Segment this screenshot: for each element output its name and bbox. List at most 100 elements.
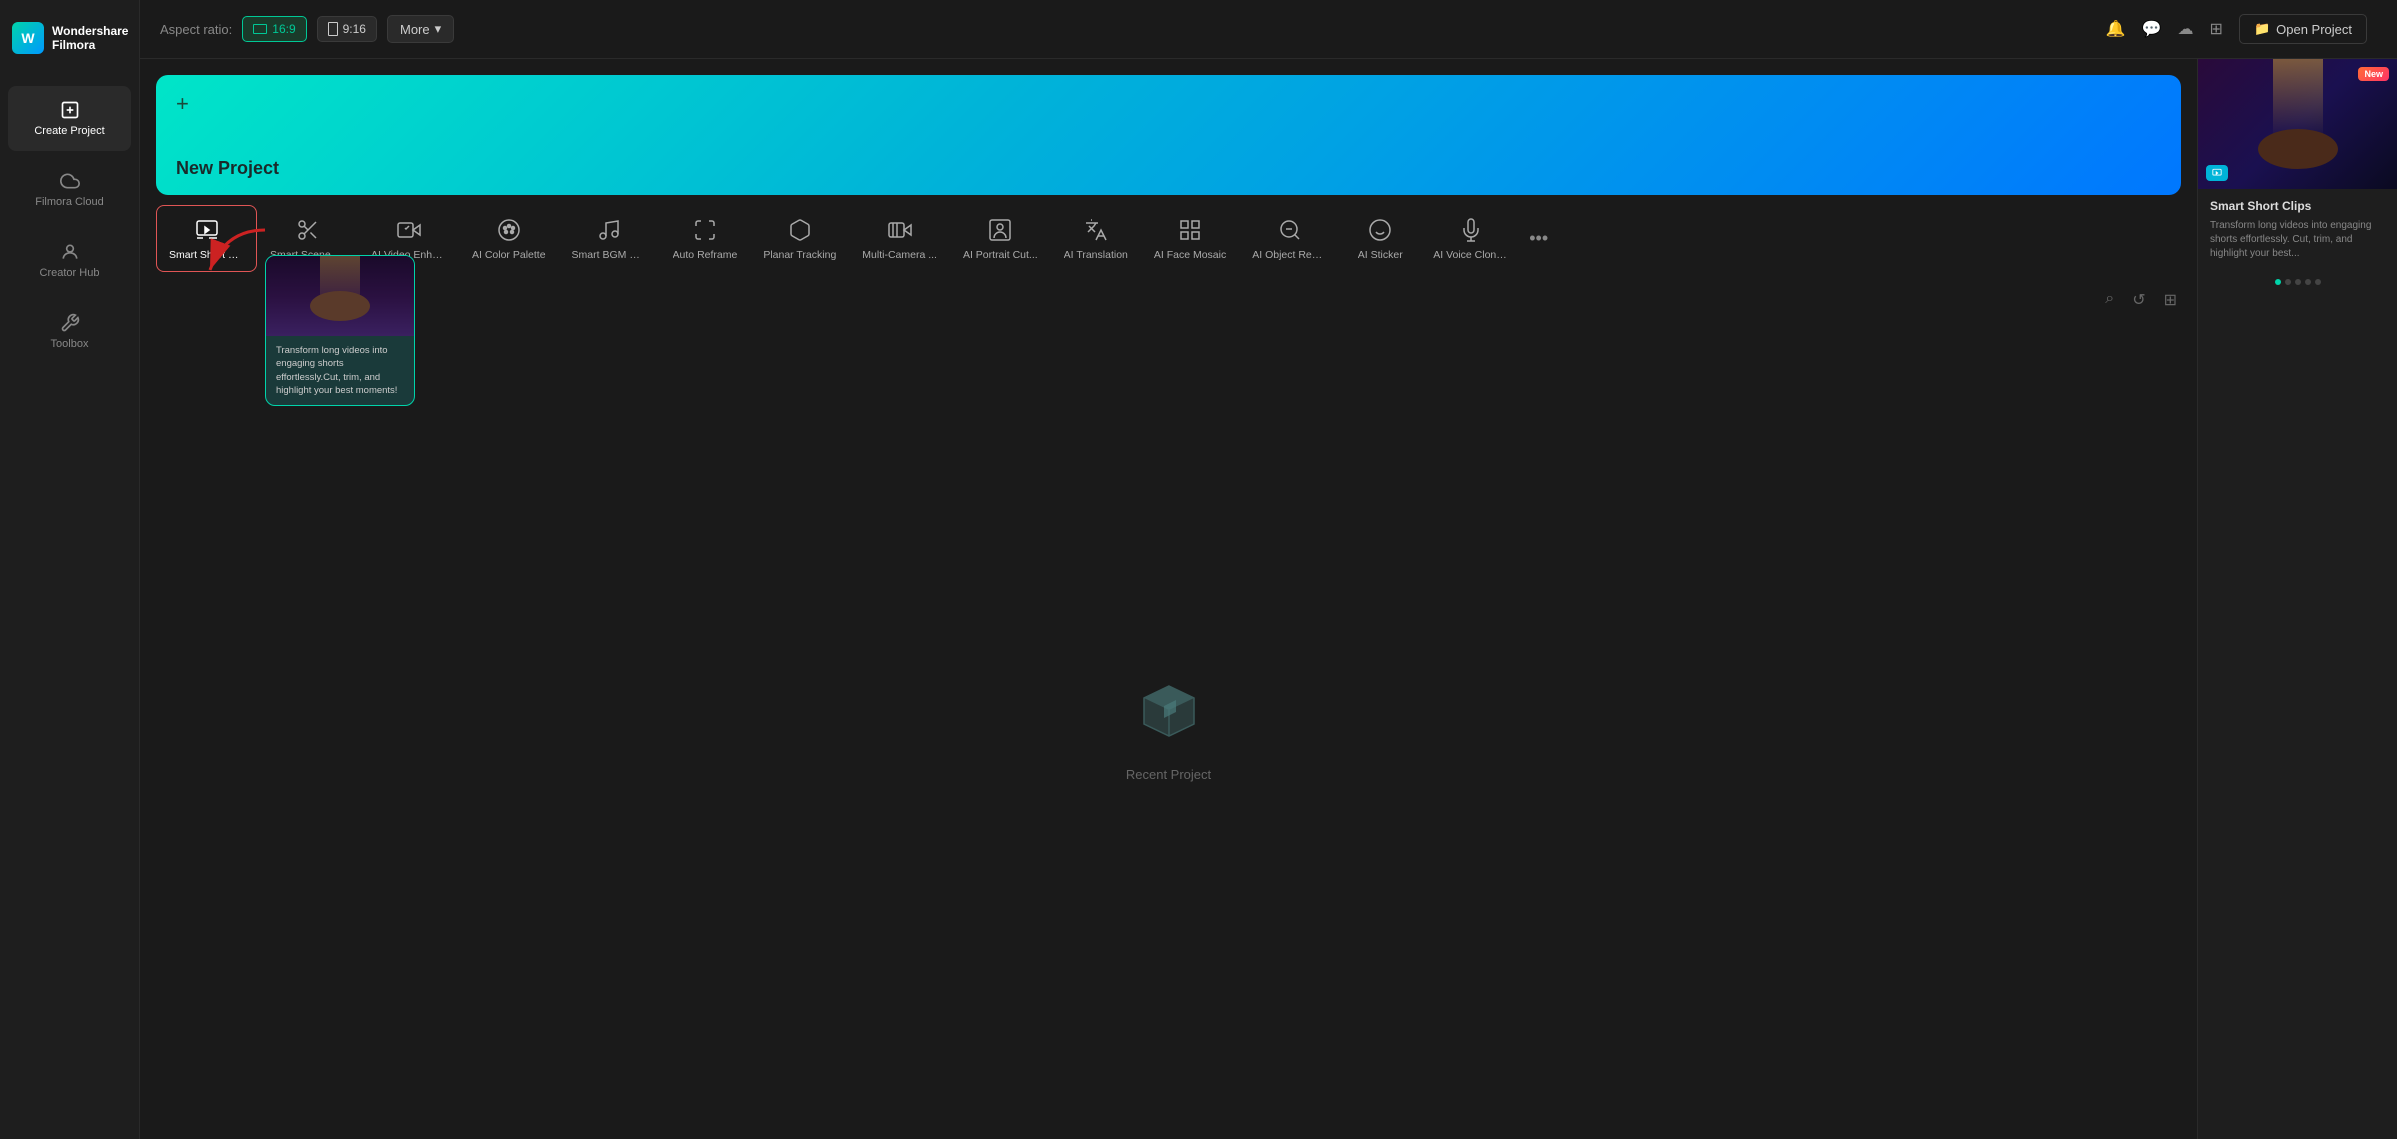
feature-multi-camera[interactable]: Multi-Camera ...	[849, 205, 950, 272]
tooltip-scene-bg	[266, 256, 414, 336]
feature-ai-color-palette[interactable]: AI Color Palette	[459, 205, 559, 272]
feature-planar-tracking[interactable]: Planar Tracking	[750, 205, 849, 272]
feature-label-planar-tracking: Planar Tracking	[763, 249, 836, 261]
more-label: More	[400, 22, 430, 37]
chat-icon[interactable]: 💬	[2142, 19, 2162, 39]
right-panel-image: New	[2198, 59, 2397, 189]
smart-bgm-generate-icon	[595, 216, 623, 244]
center-panel: + New Project Smart Short Cli...	[140, 59, 2197, 1139]
feature-ai-portrait-cut[interactable]: AI Portrait Cut...	[950, 205, 1051, 272]
topbar: Aspect ratio: 16:9 9:16 More ▾ 🔔 💬 ☁ ⊞ 📁…	[140, 0, 2397, 59]
smart-scene-cut-icon	[294, 216, 322, 244]
sidebar-item-create-project[interactable]: Create Project	[8, 86, 131, 151]
grid-icon[interactable]: ⊞	[2210, 19, 2223, 39]
feature-tooltip: Transform long videos into engaging shor…	[265, 255, 415, 406]
feature-label-ai-object-remove: AI Object Rem...	[1252, 249, 1327, 261]
aspect-16-9-button[interactable]: 16:9	[242, 16, 306, 42]
notification-icon[interactable]: 🔔	[2106, 19, 2126, 39]
feature-label-ai-face-mosaic: AI Face Mosaic	[1154, 249, 1226, 261]
sidebar-label-create-project: Create Project	[34, 125, 104, 137]
rp-feature-icon	[2206, 165, 2228, 181]
feature-label-auto-reframe: Auto Reframe	[673, 249, 738, 261]
recent-projects-area: Recent Project	[140, 314, 2197, 1139]
feature-ai-face-mosaic[interactable]: AI Face Mosaic	[1141, 205, 1239, 272]
feature-smart-bgm-generate[interactable]: Smart BGM Ge...	[559, 205, 660, 272]
right-panel-info: Smart Short Clips Transform long videos …	[2198, 189, 2397, 271]
ai-portrait-cut-icon	[986, 216, 1014, 244]
right-panel-card: New Smart Short Clips Transform long vid…	[2198, 59, 2397, 293]
feature-ai-translation[interactable]: AI Translation	[1051, 205, 1141, 272]
rp-table	[2258, 129, 2338, 169]
app-name: Wondershare Filmora	[52, 24, 128, 53]
ai-object-remove-icon	[1276, 216, 1304, 244]
tooltip-text: Transform long videos into engaging shor…	[266, 336, 414, 405]
sidebar-item-filmora-cloud[interactable]: Filmora Cloud	[8, 157, 131, 222]
sidebar-item-toolbox[interactable]: Toolbox	[8, 299, 131, 364]
logo-icon: W	[12, 22, 44, 54]
aspect-9-16-label: 9:16	[343, 22, 366, 36]
chevron-down-icon: ▾	[435, 21, 442, 37]
feature-toolbar: Smart Short Cli... Smart Scene Cut	[140, 195, 2197, 282]
sidebar-nav: Create Project Filmora Cloud Creator Hub…	[0, 76, 139, 374]
new-project-title: New Project	[176, 158, 279, 179]
portrait-icon	[328, 22, 338, 36]
main-content: Aspect ratio: 16:9 9:16 More ▾ 🔔 💬 ☁ ⊞ 📁…	[140, 0, 2397, 1139]
planar-tracking-icon	[786, 216, 814, 244]
content-area: + New Project Smart Short Cli...	[140, 59, 2397, 1139]
feature-label-ai-translation: AI Translation	[1064, 249, 1128, 261]
ai-color-palette-icon	[495, 216, 523, 244]
new-project-banner[interactable]: + New Project	[156, 75, 2181, 195]
ai-voice-cloning-icon	[1457, 216, 1485, 244]
aspect-9-16-button[interactable]: 9:16	[317, 16, 377, 42]
ai-sticker-icon	[1366, 216, 1394, 244]
rp-dot-5[interactable]	[2315, 279, 2321, 285]
feature-ai-voice-cloning[interactable]: AI Voice Cloning	[1420, 205, 1521, 272]
multi-camera-icon	[886, 216, 914, 244]
rp-title: Smart Short Clips	[2210, 199, 2385, 213]
app-logo: W Wondershare Filmora	[0, 0, 139, 76]
rp-dot-1[interactable]	[2275, 279, 2281, 285]
sidebar-label-creator-hub: Creator Hub	[40, 267, 100, 279]
sidebar-label-toolbox: Toolbox	[51, 338, 89, 350]
rp-dot-4[interactable]	[2305, 279, 2311, 285]
landscape-icon	[253, 24, 267, 34]
feature-label-multi-camera: Multi-Camera ...	[862, 249, 937, 261]
empty-state-label: Recent Project	[1126, 767, 1211, 782]
sidebar-item-creator-hub[interactable]: Creator Hub	[8, 228, 131, 293]
rp-dot-3[interactable]	[2295, 279, 2301, 285]
aspect-16-9-label: 16:9	[272, 22, 295, 36]
ai-video-enhance-icon	[395, 216, 423, 244]
upload-icon[interactable]: ☁	[2178, 19, 2194, 39]
sidebar: W Wondershare Filmora Create Project Fil…	[0, 0, 140, 1139]
open-project-button[interactable]: 📁 Open Project	[2239, 14, 2367, 44]
rp-pagination-dots	[2198, 271, 2397, 293]
tooltip-image	[266, 256, 414, 336]
feature-ai-sticker[interactable]: AI Sticker	[1340, 205, 1420, 272]
rp-light-effect	[2273, 59, 2323, 139]
feature-auto-reframe[interactable]: Auto Reframe	[660, 205, 751, 272]
feature-label-ai-voice-cloning: AI Voice Cloning	[1433, 249, 1508, 261]
aspect-ratio-section: Aspect ratio: 16:9 9:16 More ▾	[160, 15, 454, 43]
ai-translation-icon	[1082, 216, 1110, 244]
arrow-indicator	[195, 225, 275, 290]
feature-label-ai-sticker: AI Sticker	[1358, 249, 1403, 261]
refresh-button[interactable]: ↺	[2128, 286, 2149, 314]
new-badge: New	[2358, 67, 2389, 81]
folder-icon: 📁	[2254, 21, 2270, 37]
feature-label-ai-color-palette: AI Color Palette	[472, 249, 546, 261]
feature-ai-object-remove[interactable]: AI Object Rem...	[1239, 205, 1340, 272]
more-button[interactable]: More ▾	[387, 15, 454, 43]
rp-description: Transform long videos into engaging shor…	[2210, 219, 2385, 261]
empty-state-icon	[1129, 671, 1209, 751]
plus-icon: +	[176, 91, 189, 117]
ai-face-mosaic-icon	[1176, 216, 1204, 244]
feature-label-ai-portrait-cut: AI Portrait Cut...	[963, 249, 1038, 261]
search-button[interactable]: ⌕	[2101, 286, 2118, 314]
auto-reframe-icon	[691, 216, 719, 244]
right-panel: New Smart Short Clips Transform long vid…	[2197, 59, 2397, 1139]
more-features-button[interactable]: •••	[1521, 218, 1556, 259]
aspect-ratio-label: Aspect ratio:	[160, 22, 232, 37]
rp-dot-2[interactable]	[2285, 279, 2291, 285]
grid-view-button[interactable]: ⊞	[2160, 286, 2181, 314]
tooltip-table	[310, 291, 370, 321]
